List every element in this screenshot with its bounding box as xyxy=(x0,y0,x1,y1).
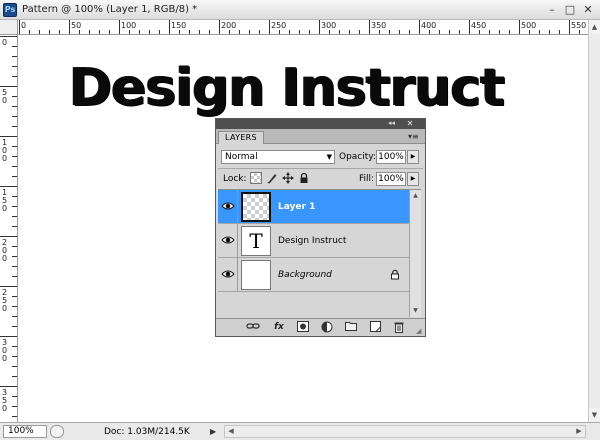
horizontal-ruler-ticks: 0 50 100 150 200 250 300 350 400 450 500 550 xyxy=(19,20,586,34)
ruler-label: 550 xyxy=(571,21,586,30)
eye-visibility-icon[interactable] xyxy=(221,268,235,280)
ruler-label: 200 xyxy=(221,21,236,30)
layer-mask-icon[interactable] xyxy=(296,321,310,334)
close-button[interactable]: ✕ xyxy=(580,2,596,17)
ruler-label: 0 xyxy=(21,21,26,30)
ruler-label: 0 xyxy=(2,354,7,363)
chevron-down-icon: ▼ xyxy=(326,153,332,161)
divider xyxy=(218,168,423,169)
layer-name: Design Instruct xyxy=(278,236,347,246)
ruler-label: 450 xyxy=(471,21,486,30)
ruler-label: 100 xyxy=(121,21,136,30)
layer-name: Layer 1 xyxy=(278,202,316,212)
divider xyxy=(237,190,238,224)
scroll-left-arrow-icon[interactable]: ◀ xyxy=(225,426,237,437)
vertical-scrollbar[interactable]: ▲ ▼ xyxy=(588,20,600,422)
window-title-bar: Ps Pattern @ 100% (Layer 1, RGB/8) * – □… xyxy=(0,0,600,20)
resize-grip-icon[interactable]: ◢ xyxy=(416,327,424,335)
ruler-label: 350 xyxy=(371,21,386,30)
ruler-label: 0 xyxy=(2,204,7,213)
ruler-label: 300 xyxy=(321,21,336,30)
photoshop-logo-icon: Ps xyxy=(3,3,17,17)
type-layer-thumbnail-icon: T xyxy=(241,226,271,256)
minimize-button[interactable]: – xyxy=(544,2,560,17)
zoom-level-field[interactable]: 100% xyxy=(3,425,47,438)
horizontal-ruler[interactable]: 0 50 100 150 200 250 300 350 400 450 500 550 xyxy=(18,20,588,35)
layers-panel: ◂◂ ✕ LAYERS ▾≡ Normal ▼ Opacity: 100% ▶ … xyxy=(215,118,426,337)
close-panel-icon[interactable]: ✕ xyxy=(404,119,416,129)
status-menu-arrow-icon[interactable]: ▶ xyxy=(210,426,220,437)
blend-mode-value: Normal xyxy=(225,152,258,162)
layer-thumbnail-white xyxy=(241,260,271,290)
ruler-label: 0 xyxy=(2,304,7,313)
document-title: Pattern @ 100% (Layer 1, RGB/8) * xyxy=(22,4,198,15)
scroll-right-arrow-icon[interactable]: ▶ xyxy=(573,426,585,437)
layer-thumbnail-transparent xyxy=(241,192,271,222)
layer-name: Background xyxy=(278,270,332,280)
layer-row-layer-1[interactable]: Layer 1 xyxy=(218,190,409,224)
ruler-label: 0 xyxy=(2,154,7,163)
blend-mode-select[interactable]: Normal ▼ xyxy=(221,150,335,164)
horizontal-scrollbar[interactable]: ◀ ▶ xyxy=(224,425,586,438)
panel-footer: fx ◢ xyxy=(216,318,425,336)
adjustment-layer-icon[interactable] xyxy=(320,321,334,334)
ruler-label: 0 xyxy=(2,38,7,47)
link-layers-icon[interactable] xyxy=(246,321,260,334)
opacity-slider-arrow-icon[interactable]: ▶ xyxy=(407,150,419,164)
panel-drag-bar[interactable]: ◂◂ ✕ xyxy=(216,119,425,129)
tab-layers[interactable]: LAYERS xyxy=(218,131,264,144)
layer-list: Layer 1 T Design Instruct Background xyxy=(218,189,409,317)
ruler-label: 0 xyxy=(2,96,7,105)
ruler-label: 500 xyxy=(521,21,536,30)
opacity-input[interactable]: 100% xyxy=(376,150,406,164)
document-size-info: Doc: 1.03M/214.5K xyxy=(104,427,190,437)
scroll-down-arrow-icon[interactable]: ▼ xyxy=(589,408,600,422)
vertical-ruler-ticks: 050100150200250300350 xyxy=(0,36,17,417)
fill-slider-arrow-icon[interactable]: ▶ xyxy=(407,172,419,186)
scroll-down-arrow-icon[interactable]: ▼ xyxy=(410,305,421,317)
lock-image-pixels-brush-icon[interactable] xyxy=(266,172,278,184)
scroll-up-arrow-icon[interactable]: ▲ xyxy=(589,20,600,34)
layer-row-design-instruct[interactable]: T Design Instruct xyxy=(218,224,409,258)
divider xyxy=(237,224,238,258)
layer-list-scrollbar[interactable]: ▲ ▼ xyxy=(409,189,421,317)
canvas-text-design-instruct: Design Instruct xyxy=(69,58,505,118)
ruler-label: 150 xyxy=(171,21,186,30)
opacity-label: Opacity: xyxy=(339,152,376,162)
status-info-icon[interactable] xyxy=(50,425,64,438)
lock-all-padlock-icon[interactable] xyxy=(298,172,310,184)
eye-visibility-icon[interactable] xyxy=(221,234,235,246)
layer-row-background[interactable]: Background xyxy=(218,258,409,292)
ruler-label: 400 xyxy=(421,21,436,30)
fill-input[interactable]: 100% xyxy=(376,172,406,186)
scroll-up-arrow-icon[interactable]: ▲ xyxy=(410,190,421,202)
ruler-label: 50 xyxy=(71,21,81,30)
new-group-folder-icon[interactable] xyxy=(344,321,358,334)
lock-position-move-icon[interactable] xyxy=(282,172,294,184)
ruler-label: 0 xyxy=(2,254,7,263)
trash-icon[interactable] xyxy=(392,321,406,334)
panel-tab-row: LAYERS ▾≡ xyxy=(216,129,425,144)
vertical-ruler[interactable]: 050100150200250300350 xyxy=(0,35,18,422)
ruler-label: 0 xyxy=(2,404,7,413)
lock-icon xyxy=(390,269,400,283)
ruler-label: 250 xyxy=(271,21,286,30)
lock-label: Lock: xyxy=(223,174,247,184)
panel-menu-icon[interactable]: ▾≡ xyxy=(408,132,419,141)
lock-transparent-pixels-icon[interactable] xyxy=(250,172,262,184)
collapse-panel-icon[interactable]: ◂◂ xyxy=(388,118,395,128)
maximize-button[interactable]: □ xyxy=(562,2,578,17)
fill-label: Fill: xyxy=(359,174,375,184)
new-layer-icon[interactable] xyxy=(368,321,382,334)
ruler-origin[interactable] xyxy=(0,20,18,35)
divider xyxy=(237,258,238,292)
status-bar: 100% Doc: 1.03M/214.5K ▶ ◀ ▶ xyxy=(0,422,600,440)
eye-visibility-icon[interactable] xyxy=(221,200,235,212)
fx-icon[interactable]: fx xyxy=(272,321,286,334)
